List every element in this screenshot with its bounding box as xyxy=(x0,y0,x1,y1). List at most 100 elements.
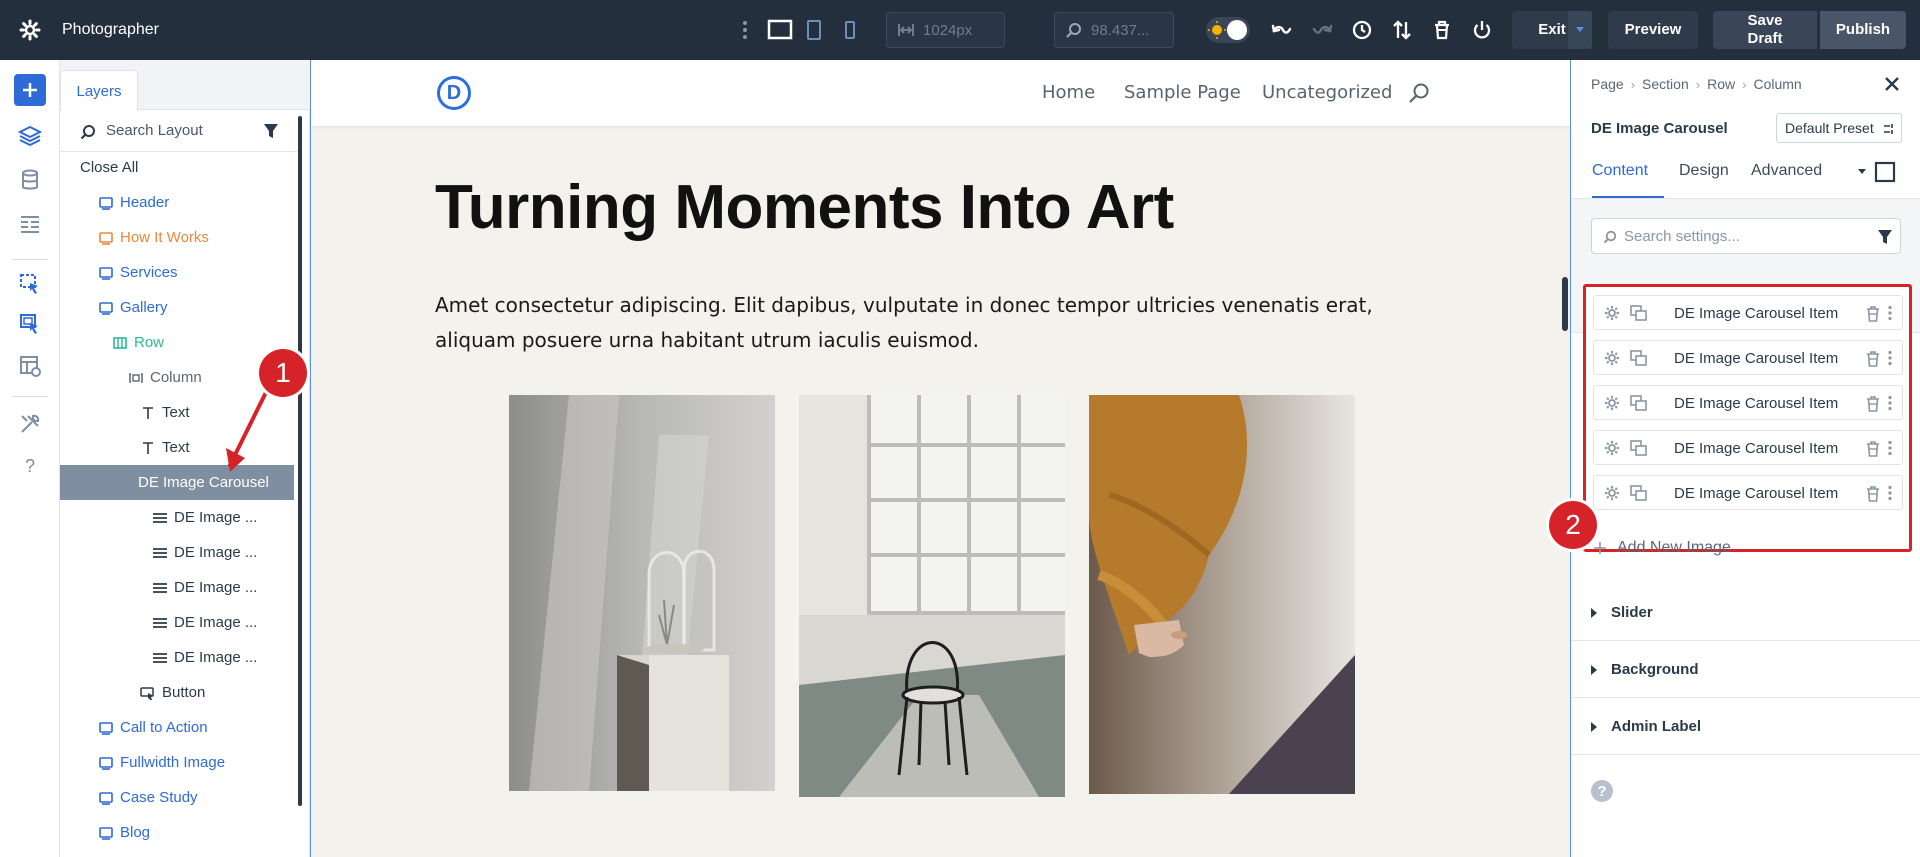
database-icon[interactable] xyxy=(14,164,46,196)
outline-list-icon[interactable] xyxy=(14,208,46,240)
tab-content[interactable]: Content xyxy=(1592,162,1648,180)
breadcrumb-row[interactable]: Row xyxy=(1707,76,1735,92)
preset-select[interactable]: Default Preset xyxy=(1776,113,1902,143)
layer-item[interactable]: DE Image ... xyxy=(60,535,294,570)
history-icon[interactable] xyxy=(1350,18,1374,42)
settings-gear-icon[interactable] xyxy=(1604,350,1620,366)
breadcrumb-column[interactable]: Column xyxy=(1753,76,1801,92)
more-vertical-icon[interactable] xyxy=(1887,350,1893,366)
filter-icon[interactable] xyxy=(264,124,278,138)
duplicate-icon[interactable] xyxy=(1630,440,1648,456)
tab-design[interactable]: Design xyxy=(1679,162,1729,180)
save-draft-button[interactable]: Save Draft xyxy=(1713,11,1817,49)
canvas-width-field[interactable]: 1024px xyxy=(886,12,1005,48)
settings-gear-icon[interactable] xyxy=(1604,305,1620,321)
trash-icon[interactable] xyxy=(1430,18,1454,42)
hero-title[interactable]: Turning Moments Into Art xyxy=(435,172,1174,243)
help-button[interactable]: ? xyxy=(1591,780,1613,802)
layer-item[interactable]: Button xyxy=(60,675,294,710)
more-vertical-icon[interactable] xyxy=(738,18,752,42)
breadcrumb-page[interactable]: Page xyxy=(1591,76,1624,92)
canvas-scrollbar[interactable] xyxy=(1562,277,1568,331)
carousel-image[interactable] xyxy=(799,395,1065,797)
carousel-image[interactable] xyxy=(509,395,775,791)
add-new-image-button[interactable]: Add New Image xyxy=(1593,539,1731,557)
carousel-item-row[interactable]: DE Image Carousel Item xyxy=(1593,385,1903,420)
site-search-icon[interactable] xyxy=(1408,82,1430,104)
desktop-view-icon[interactable] xyxy=(767,18,793,42)
layer-item[interactable]: DE Image ... xyxy=(60,500,294,535)
power-icon[interactable] xyxy=(1470,18,1494,42)
toggle-background[interactable]: Background xyxy=(1571,641,1920,698)
layer-item[interactable]: DE Image ... xyxy=(60,605,294,640)
carousel-item-row[interactable]: DE Image Carousel Item xyxy=(1593,475,1903,510)
layout-settings-icon[interactable] xyxy=(14,350,46,382)
site-logo[interactable]: D xyxy=(437,76,471,110)
carousel-item-row[interactable]: DE Image Carousel Item xyxy=(1593,430,1903,465)
duplicate-icon[interactable] xyxy=(1630,350,1648,366)
carousel-item-row[interactable]: DE Image Carousel Item xyxy=(1593,340,1903,375)
filter-icon[interactable] xyxy=(1878,230,1892,244)
layer-item[interactable]: How It Works xyxy=(60,220,294,255)
help-icon[interactable]: ? xyxy=(14,450,46,482)
toggle-admin-label[interactable]: Admin Label xyxy=(1571,698,1920,755)
layer-item[interactable]: Row xyxy=(60,325,294,360)
tab-layers[interactable]: Layers xyxy=(60,70,138,111)
layer-item[interactable]: Call to Action xyxy=(60,710,294,745)
layers-search[interactable]: Search Layout xyxy=(60,110,298,152)
layer-item[interactable]: DE Image ... xyxy=(60,570,294,605)
settings-gear-icon[interactable] xyxy=(1604,440,1620,456)
close-all-button[interactable]: Close All xyxy=(60,150,294,185)
layer-item[interactable]: Services xyxy=(60,255,294,290)
settings-gear-icon[interactable] xyxy=(1604,395,1620,411)
layer-item[interactable]: DE Image ... xyxy=(60,640,294,675)
layer-item[interactable]: Case Study xyxy=(60,780,294,815)
more-vertical-icon[interactable] xyxy=(1887,440,1893,456)
settings-gear-icon[interactable] xyxy=(1604,485,1620,501)
tablet-view-icon[interactable] xyxy=(804,18,828,42)
layer-item[interactable]: Fullwidth Image xyxy=(60,745,294,780)
duplicate-icon[interactable] xyxy=(1630,485,1648,501)
add-module-button[interactable] xyxy=(14,74,46,106)
layers-icon[interactable] xyxy=(14,120,46,152)
layers-scrollbar[interactable] xyxy=(298,116,302,806)
layer-item[interactable]: Header xyxy=(60,185,294,220)
redo-icon[interactable] xyxy=(1310,18,1334,42)
gear-icon[interactable] xyxy=(18,18,42,42)
multi-select-icon[interactable] xyxy=(14,308,46,340)
undo-icon[interactable] xyxy=(1270,18,1294,42)
tab-advanced[interactable]: Advanced xyxy=(1751,162,1822,180)
hero-text[interactable]: Amet consectetur adipiscing. Elit dapibu… xyxy=(435,288,1415,358)
zoom-field[interactable]: 98.437... xyxy=(1054,12,1174,48)
nav-sample-page[interactable]: Sample Page xyxy=(1124,82,1241,103)
duplicate-icon[interactable] xyxy=(1630,305,1648,321)
carousel-image[interactable] xyxy=(1089,395,1355,794)
duplicate-icon[interactable] xyxy=(1630,395,1648,411)
tools-icon[interactable] xyxy=(14,408,46,440)
breadcrumb-section[interactable]: Section xyxy=(1642,76,1689,92)
trash-icon[interactable] xyxy=(1866,486,1880,502)
layer-item[interactable]: Gallery xyxy=(60,290,294,325)
settings-search-input[interactable]: Search settings... xyxy=(1591,218,1901,254)
exit-dropdown-button[interactable] xyxy=(1568,11,1592,49)
nav-home[interactable]: Home xyxy=(1042,82,1095,103)
toggle-slider[interactable]: Slider xyxy=(1571,584,1920,641)
carousel-item-row[interactable]: DE Image Carousel Item xyxy=(1593,295,1903,330)
theme-toggle[interactable] xyxy=(1205,16,1251,44)
tabs-dropdown-icon[interactable] xyxy=(1857,168,1867,176)
close-icon[interactable] xyxy=(1884,76,1900,92)
trash-icon[interactable] xyxy=(1866,441,1880,457)
trash-icon[interactable] xyxy=(1866,351,1880,367)
phone-view-icon[interactable] xyxy=(840,18,864,42)
expand-panel-icon[interactable] xyxy=(1874,161,1896,183)
nav-uncategorized[interactable]: Uncategorized xyxy=(1262,82,1392,103)
more-vertical-icon[interactable] xyxy=(1887,395,1893,411)
more-vertical-icon[interactable] xyxy=(1887,485,1893,501)
publish-button[interactable]: Publish xyxy=(1820,11,1906,49)
more-vertical-icon[interactable] xyxy=(1887,305,1893,321)
select-element-icon[interactable] xyxy=(14,268,46,300)
sort-arrows-icon[interactable] xyxy=(1390,18,1414,42)
trash-icon[interactable] xyxy=(1866,306,1880,322)
preview-button[interactable]: Preview xyxy=(1608,11,1698,49)
trash-icon[interactable] xyxy=(1866,396,1880,412)
